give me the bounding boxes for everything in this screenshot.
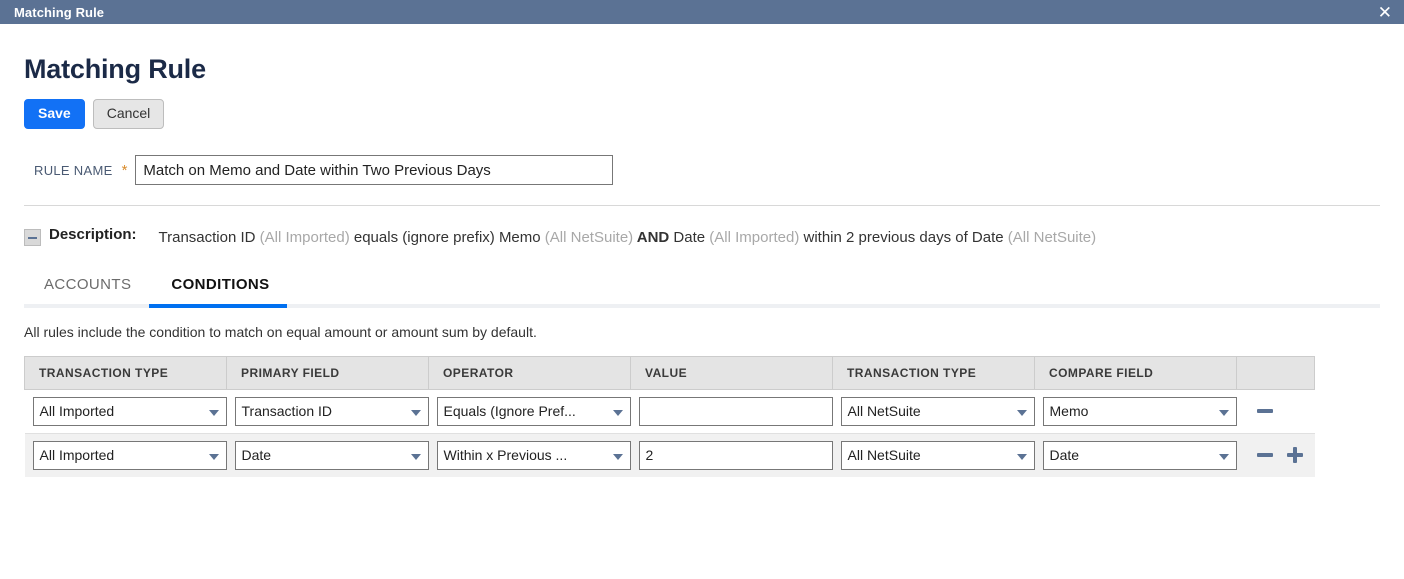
chevron-down-icon — [612, 409, 623, 416]
cell-primary-field: Transaction ID — [226, 389, 429, 434]
rule-name-label: RULE NAME — [34, 162, 113, 178]
chevron-down-icon — [1218, 453, 1229, 460]
value-input[interactable] — [638, 440, 833, 470]
chevron-down-icon — [1016, 453, 1027, 460]
cell-transaction-type: All Imported — [24, 433, 227, 477]
column-header-primary-field: PRIMARY FIELD — [226, 355, 429, 390]
row-actions — [1245, 403, 1315, 419]
cell-transaction-type: All Imported — [24, 389, 227, 434]
save-button[interactable]: Save — [24, 99, 85, 130]
table-row: All Imported Transaction ID Equals (Igno… — [24, 389, 1315, 434]
required-indicator: * — [121, 161, 128, 179]
description-segment: Date — [669, 229, 710, 247]
cell-value — [630, 389, 833, 434]
select-value: All NetSuite — [847, 446, 921, 463]
compare-field-select[interactable]: Date — [1042, 440, 1237, 470]
cancel-button[interactable]: Cancel — [92, 99, 165, 130]
column-header-compare-field: COMPARE FIELD — [1034, 355, 1237, 390]
column-header-transaction-type: TRANSACTION TYPE — [24, 355, 227, 390]
tab-accounts[interactable]: ACCOUNTS — [24, 276, 151, 304]
transaction-type-select[interactable]: All Imported — [32, 396, 227, 426]
cell-compare-field: Memo — [1034, 389, 1237, 434]
compare-transaction-type-select[interactable]: All NetSuite — [840, 440, 1035, 470]
select-value: Transaction ID — [241, 402, 333, 419]
window-titlebar: Matching Rule ✕ — [0, 0, 1404, 24]
cell-compare-field: Date — [1034, 433, 1237, 477]
select-value: All NetSuite — [847, 402, 921, 419]
description-segment: (All NetSuite) — [544, 229, 634, 247]
table-header-row: TRANSACTION TYPE PRIMARY FIELD OPERATOR … — [24, 355, 1315, 390]
conditions-table-wrap: TRANSACTION TYPE PRIMARY FIELD OPERATOR … — [24, 355, 1380, 477]
cell-operator: Equals (Ignore Pref... — [428, 389, 631, 434]
select-value: Equals (Ignore Pref... — [443, 402, 576, 419]
remove-row-icon[interactable] — [1256, 403, 1273, 419]
cell-primary-field: Date — [226, 433, 429, 477]
rule-name-input[interactable] — [135, 155, 614, 186]
chevron-down-icon — [1016, 409, 1027, 416]
select-value: Memo — [1049, 402, 1089, 419]
close-icon[interactable]: ✕ — [1376, 4, 1394, 21]
cell-operator: Within x Previous ... — [428, 433, 631, 477]
description-segment: equals (ignore prefix) Memo — [349, 229, 545, 247]
transaction-type-select[interactable]: All Imported — [32, 440, 227, 470]
tab-active-indicator — [149, 303, 287, 308]
chevron-down-icon — [410, 409, 421, 416]
conditions-helper-text: All rules include the condition to match… — [24, 323, 537, 340]
description-segment: Transaction ID — [158, 229, 260, 247]
rule-name-field-row: RULE NAME * — [24, 155, 1380, 186]
page-title: Matching Rule — [24, 54, 206, 84]
table-row: All Imported Date Within x Previous ... — [24, 433, 1315, 477]
chevron-down-icon — [612, 453, 623, 460]
description-segment: (All NetSuite) — [1007, 229, 1097, 247]
primary-field-select[interactable]: Date — [234, 440, 429, 470]
select-value: All Imported — [39, 402, 115, 419]
description-segment: (All Imported) — [259, 229, 350, 247]
remove-row-icon[interactable] — [1256, 447, 1273, 463]
cell-compare-transaction-type: All NetSuite — [832, 389, 1035, 434]
description-label: Description: — [49, 226, 137, 244]
add-row-icon[interactable] — [1286, 447, 1303, 464]
minus-collapse-icon[interactable] — [24, 229, 41, 247]
select-value: Date — [241, 446, 272, 463]
chevron-down-icon — [410, 453, 421, 460]
description-segment: (All Imported) — [709, 229, 800, 247]
cell-compare-transaction-type: All NetSuite — [832, 433, 1035, 477]
chevron-down-icon — [208, 453, 219, 460]
description-segment: within 2 previous days of Date — [799, 229, 1008, 247]
operator-select[interactable]: Within x Previous ... — [436, 440, 631, 470]
section-divider — [24, 205, 1380, 207]
row-actions — [1245, 447, 1315, 464]
description-text: Transaction ID (All Imported) equals (ig… — [159, 226, 1097, 249]
description-section: Description: Transaction ID (All Importe… — [24, 226, 1380, 249]
tab-bar: ACCOUNTS CONDITIONS — [24, 276, 1380, 304]
select-value: All Imported — [39, 446, 115, 463]
chevron-down-icon — [208, 409, 219, 416]
action-button-row: Save Cancel — [24, 99, 1380, 130]
tab-underline — [24, 303, 1380, 308]
value-input[interactable] — [638, 396, 833, 426]
select-value: Date — [1049, 446, 1080, 463]
select-value: Within x Previous ... — [443, 446, 568, 463]
description-segment: AND — [633, 229, 670, 247]
operator-select[interactable]: Equals (Ignore Pref... — [436, 396, 631, 426]
window-title: Matching Rule — [14, 4, 105, 20]
page-body: Matching Rule Save Cancel RULE NAME * De… — [0, 54, 1404, 477]
cell-value — [630, 433, 833, 477]
compare-transaction-type-select[interactable]: All NetSuite — [840, 396, 1035, 426]
cell-actions — [1236, 433, 1315, 477]
column-header-compare-transaction-type: TRANSACTION TYPE — [832, 355, 1035, 390]
conditions-table: TRANSACTION TYPE PRIMARY FIELD OPERATOR … — [24, 355, 1315, 477]
column-header-actions — [1236, 355, 1315, 390]
compare-field-select[interactable]: Memo — [1042, 396, 1237, 426]
cell-actions — [1236, 389, 1315, 434]
column-header-operator: OPERATOR — [428, 355, 631, 390]
tab-conditions[interactable]: CONDITIONS — [151, 276, 289, 304]
primary-field-select[interactable]: Transaction ID — [234, 396, 429, 426]
chevron-down-icon — [1218, 409, 1229, 416]
column-header-value: VALUE — [630, 355, 833, 390]
